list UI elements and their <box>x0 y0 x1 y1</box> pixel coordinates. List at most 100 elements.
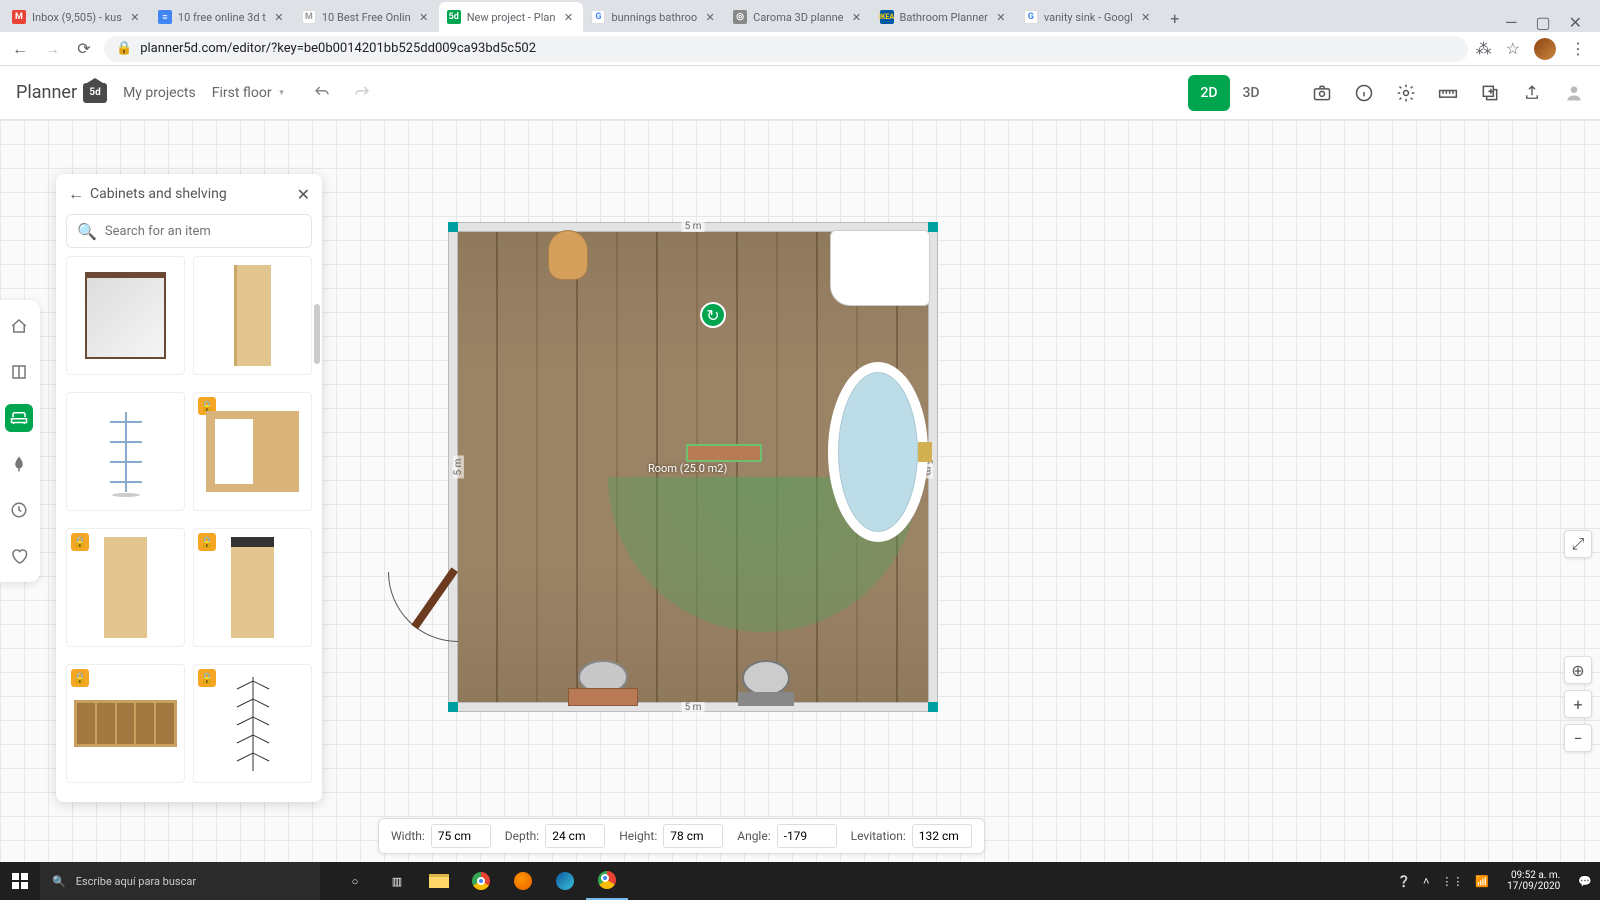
tray-chevron-icon[interactable]: ˄ <box>1423 875 1429 888</box>
save-copy-icon[interactable] <box>1480 83 1500 103</box>
window-maximize-icon[interactable]: ▢ <box>1535 13 1550 32</box>
address-bar: ← → ⟳ 🔒 planner5d.com/editor/?key=be0b00… <box>0 32 1600 66</box>
task-view-icon[interactable]: ▥ <box>376 862 418 900</box>
wall-handle[interactable] <box>928 222 938 232</box>
chrome-running-icon[interactable] <box>586 862 628 900</box>
window-minimize-icon[interactable]: — <box>1505 13 1518 32</box>
tab-planner5d[interactable]: 5dNew project - Plan✕ <box>439 2 584 32</box>
close-icon[interactable]: ✕ <box>417 10 431 24</box>
item-cabinet-7[interactable]: 🔒 <box>66 664 185 783</box>
logo[interactable]: Planner 5d <box>16 82 107 103</box>
snapshot-icon[interactable] <box>1312 83 1332 103</box>
selected-cabinet[interactable] <box>686 444 762 462</box>
fixture-bathtub[interactable] <box>828 362 928 542</box>
width-input[interactable] <box>431 824 491 848</box>
close-icon[interactable]: ✕ <box>128 10 142 24</box>
profile-avatar[interactable] <box>1534 38 1556 60</box>
zoom-out-button[interactable]: − <box>1564 724 1592 752</box>
tab-ikea[interactable]: IKEABathroom Planner✕ <box>872 2 1016 32</box>
window-close-icon[interactable]: ✕ <box>1569 13 1582 32</box>
tray-help-icon[interactable]: ❔ <box>1397 875 1411 888</box>
tab-article[interactable]: M10 Best Free Onlin✕ <box>294 2 439 32</box>
export-icon[interactable] <box>1522 83 1542 103</box>
redo-button[interactable] <box>352 83 372 103</box>
file-explorer-icon[interactable] <box>418 862 460 900</box>
reload-button[interactable]: ⟳ <box>72 37 96 61</box>
rail-construction-icon[interactable] <box>5 358 33 386</box>
new-tab-button[interactable]: + <box>1161 4 1189 32</box>
rail-exterior-icon[interactable] <box>5 450 33 478</box>
cortana-icon[interactable]: ○ <box>334 862 376 900</box>
close-icon[interactable]: ✕ <box>272 10 286 24</box>
fullscreen-button[interactable]: ⤢ <box>1564 530 1592 558</box>
close-icon[interactable]: ✕ <box>850 10 864 24</box>
view-2d-button[interactable]: 2D <box>1188 75 1230 111</box>
back-button[interactable]: ← <box>8 37 32 61</box>
panel-back-button[interactable]: ← <box>68 184 84 204</box>
translate-icon[interactable]: ⁂ <box>1476 39 1492 58</box>
item-cabinet-2[interactable] <box>193 256 312 375</box>
fixture-vanity-1[interactable] <box>568 660 638 706</box>
tab-bunnings[interactable]: Gbunnings bathroo✕ <box>583 2 725 32</box>
wall-handle[interactable] <box>448 222 458 232</box>
tab-google[interactable]: Gvanity sink - Googl✕ <box>1016 2 1161 32</box>
user-avatar-icon[interactable] <box>1564 83 1584 103</box>
levitation-input[interactable] <box>912 824 972 848</box>
height-input[interactable] <box>663 824 723 848</box>
taskbar-search[interactable]: 🔍Escribe aquí para buscar <box>40 862 320 900</box>
zoom-in-button[interactable]: + <box>1564 690 1592 718</box>
center-view-button[interactable]: ⊕ <box>1564 656 1592 684</box>
close-icon[interactable]: ✕ <box>561 10 575 24</box>
edge-icon[interactable] <box>544 862 586 900</box>
panel-search[interactable]: 🔍 <box>66 214 312 248</box>
angle-input[interactable] <box>777 824 837 848</box>
close-icon[interactable]: ✕ <box>1139 10 1153 24</box>
info-icon[interactable] <box>1354 83 1374 103</box>
tab-caroma[interactable]: ◎Caroma 3D planne✕ <box>725 2 871 32</box>
bookmark-icon[interactable]: ☆ <box>1506 39 1520 58</box>
item-cabinet-3[interactable] <box>66 392 185 511</box>
tray-network-icon[interactable]: 📶 <box>1475 875 1489 888</box>
wall-handle[interactable] <box>928 702 938 712</box>
tab-docs[interactable]: ≡10 free online 3d t✕ <box>150 2 294 32</box>
rail-history-icon[interactable] <box>5 496 33 524</box>
rotate-handle[interactable]: ↻ <box>700 302 726 328</box>
fixture-vanity-2[interactable] <box>738 660 794 706</box>
floor-selector[interactable]: First floor ▼ <box>212 85 286 101</box>
url-input[interactable]: 🔒 planner5d.com/editor/?key=be0b0014201b… <box>104 36 1468 62</box>
wall-handle[interactable] <box>448 702 458 712</box>
rail-furniture-icon[interactable] <box>5 404 33 432</box>
view-3d-button[interactable]: 3D <box>1230 75 1272 111</box>
close-icon[interactable]: ✕ <box>994 10 1008 24</box>
item-cabinet-5[interactable]: 🔒 <box>66 528 185 647</box>
chrome-menu-icon[interactable]: ⋮ <box>1570 39 1586 58</box>
item-cabinet-1[interactable] <box>66 256 185 375</box>
tray-wifi-icon[interactable]: ⋮⋮ <box>1441 875 1463 888</box>
item-cabinet-4[interactable]: 🔒 <box>193 392 312 511</box>
rail-favorites-icon[interactable] <box>5 542 33 570</box>
start-button[interactable] <box>0 862 40 900</box>
depth-input[interactable] <box>545 824 605 848</box>
panel-scrollbar[interactable] <box>314 304 320 792</box>
rail-rooms-icon[interactable] <box>5 312 33 340</box>
forward-button[interactable]: → <box>40 37 64 61</box>
tab-gmail[interactable]: MInbox (9,505) - kus✕ <box>4 2 150 32</box>
panel-close-button[interactable]: ✕ <box>297 185 310 204</box>
fixture-shower[interactable] <box>830 230 930 306</box>
ruler-icon[interactable] <box>1438 83 1458 103</box>
floor-plan[interactable]: 5 m 5 m 5 m 5 m Room (25.0 m2) ↻ <box>448 222 938 712</box>
tray-clock[interactable]: 09:52 a. m. 17/09/2020 <box>1501 870 1566 893</box>
firefox-icon[interactable] <box>502 862 544 900</box>
door[interactable] <box>378 572 458 642</box>
tray-notifications-icon[interactable]: 💬 <box>1578 875 1592 888</box>
settings-icon[interactable] <box>1396 83 1416 103</box>
chrome-icon[interactable] <box>460 862 502 900</box>
my-projects-link[interactable]: My projects <box>123 85 196 101</box>
undo-button[interactable] <box>312 83 332 103</box>
item-cabinet-6[interactable]: 🔒 <box>193 528 312 647</box>
fixture-toilet[interactable] <box>548 230 588 280</box>
search-input[interactable] <box>105 224 301 239</box>
close-icon[interactable]: ✕ <box>703 10 717 24</box>
canvas-workspace[interactable]: ← Cabinets and shelving ✕ 🔍 🔒 🔒 🔒 🔒 🔒 <box>0 120 1600 862</box>
item-cabinet-8[interactable]: 🔒 <box>193 664 312 783</box>
